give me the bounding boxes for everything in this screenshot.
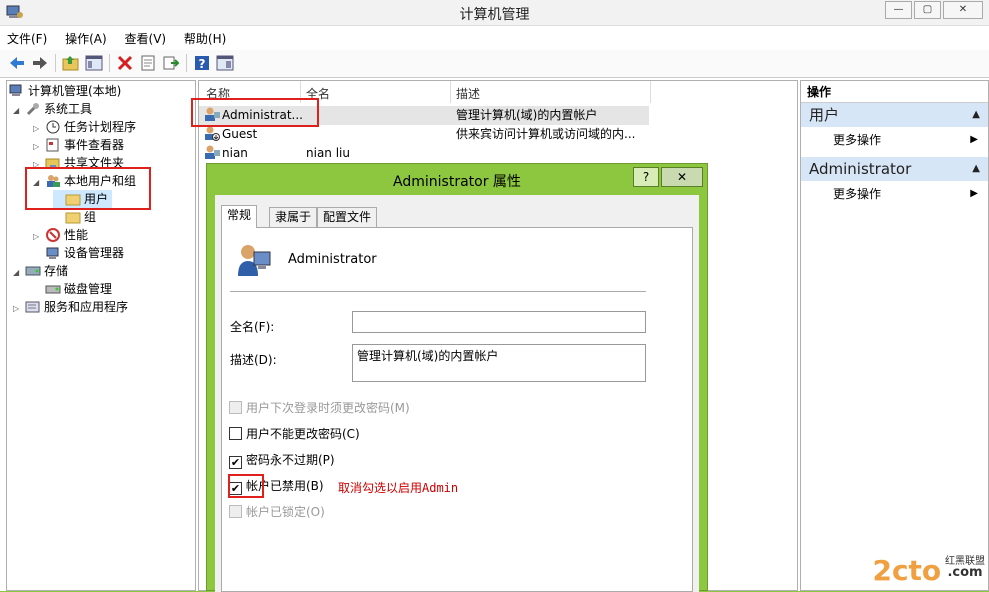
expanded-arrow-icon[interactable]: ◢ xyxy=(13,264,25,282)
submenu-arrow-icon: ▶ xyxy=(970,134,978,145)
menu-action[interactable]: 操作(A) xyxy=(58,27,114,50)
more-actions-administrator[interactable]: 更多操作 ▶ xyxy=(801,181,988,207)
menu-help[interactable]: 帮助(H) xyxy=(177,27,233,50)
tree-services-apps[interactable]: ▷ 服务和应用程序 xyxy=(13,298,128,316)
disabled-user-icon xyxy=(204,125,220,144)
highlight-disabled-checkbox xyxy=(228,474,264,498)
highlight-local-users xyxy=(25,167,151,210)
actions-pane: 操作 用户 ▲ 更多操作 ▶ Administrator ▲ 更多操作 ▶ xyxy=(800,80,989,591)
dialog-close-button[interactable]: ✕ xyxy=(661,167,703,187)
forward-icon[interactable] xyxy=(31,54,49,72)
tree-storage[interactable]: ◢ 存储 xyxy=(13,262,68,280)
close-button[interactable]: ✕ xyxy=(943,1,983,19)
general-tab-panel: Administrator 全名(F): 描述(D): 管理计算机(域)的内置帐… xyxy=(221,227,693,592)
tree-root[interactable]: 计算机管理(本地) xyxy=(9,82,121,100)
actions-section-users[interactable]: 用户 ▲ xyxy=(801,103,988,127)
tree-device-manager[interactable]: 设备管理器 xyxy=(33,244,124,262)
title-bar: 计算机管理 — ▢ ✕ xyxy=(0,0,989,26)
watermark: 2cto 红黑联盟 .com xyxy=(872,554,985,587)
annotation-uncheck-to-enable: 取消勾选以启用Admin xyxy=(338,481,459,495)
tree-task-scheduler[interactable]: ▷ 任务计划程序 xyxy=(33,118,136,136)
description-label: 描述(D): xyxy=(230,353,277,367)
menu-bar: 文件(F) 操作(A) 查看(V) 帮助(H) xyxy=(0,27,989,49)
actions-header: 操作 xyxy=(801,81,988,103)
dialog-username: Administrator xyxy=(288,252,377,267)
minimize-button[interactable]: — xyxy=(885,1,912,19)
tab-profile[interactable]: 配置文件 xyxy=(317,207,378,227)
tab-member-of[interactable]: 隶属于 xyxy=(269,207,318,227)
storage-icon xyxy=(25,264,41,278)
console-icon[interactable] xyxy=(216,54,234,72)
checkbox-account-locked[interactable]: 帐户已锁定(O) xyxy=(229,504,325,520)
checkbox-cannot-change-password[interactable]: 用户不能更改密码(C) xyxy=(229,426,360,442)
menu-view[interactable]: 查看(V) xyxy=(118,27,174,50)
expanded-arrow-icon[interactable]: ◢ xyxy=(13,102,25,120)
tree-system-tools[interactable]: ◢ 系统工具 xyxy=(13,100,92,118)
more-actions-users[interactable]: 更多操作 ▶ xyxy=(801,127,988,153)
delete-icon[interactable] xyxy=(116,54,134,72)
list-item-guest[interactable]: Guest 供来宾访问计算机或访问域的内... xyxy=(199,125,649,144)
list-item-nian[interactable]: nian nian liu xyxy=(199,144,649,163)
collapse-icon[interactable]: ▲ xyxy=(972,103,980,127)
window-title: 计算机管理 xyxy=(459,7,530,23)
user-icon xyxy=(204,144,220,163)
checkbox-must-change-password[interactable]: 用户下次登录时须更改密码(M) xyxy=(229,400,410,416)
performance-icon xyxy=(45,228,61,242)
menu-file[interactable]: 文件(F) xyxy=(0,27,54,50)
up-folder-icon[interactable] xyxy=(62,54,80,72)
administrator-properties-dialog: Administrator 属性 ? ✕ 常规 隶属于 配置文件 Adminis… xyxy=(206,163,708,592)
toolbar: ? xyxy=(0,50,989,78)
user-avatar-icon xyxy=(236,242,272,281)
description-field[interactable]: 管理计算机(域)的内置帐户 xyxy=(352,344,646,382)
show-hide-tree-icon[interactable] xyxy=(85,54,103,72)
fullname-label: 全名(F): xyxy=(230,320,275,334)
console-tree: 计算机管理(本地) ◢ 系统工具 ▷ 任务计划程序 ▷ 事件查看器 ▷ 共享文件夹 ◢ 本… xyxy=(6,80,196,591)
separator xyxy=(230,291,646,292)
column-description[interactable]: 描述 xyxy=(456,85,480,102)
collapsed-arrow-icon[interactable]: ▷ xyxy=(13,300,25,318)
dialog-title: Administrator 属性 xyxy=(393,174,521,190)
submenu-arrow-icon: ▶ xyxy=(970,188,978,199)
highlight-administrator xyxy=(191,98,319,127)
properties-icon[interactable] xyxy=(139,54,157,72)
dialog-body: 常规 隶属于 配置文件 Administrator 全名(F): 描述(D): … xyxy=(215,195,699,592)
clock-icon xyxy=(45,120,61,134)
folder-icon xyxy=(65,210,81,224)
help-icon[interactable]: ? xyxy=(193,54,211,72)
device-manager-icon xyxy=(45,246,61,260)
disk-icon xyxy=(45,282,61,296)
dialog-title-bar: Administrator 属性 ? ✕ xyxy=(207,164,707,194)
tab-general[interactable]: 常规 xyxy=(221,205,258,228)
tree-disk-management[interactable]: 磁盘管理 xyxy=(33,280,112,298)
actions-section-administrator[interactable]: Administrator ▲ xyxy=(801,157,988,181)
back-icon[interactable] xyxy=(8,54,26,72)
svg-text:?: ? xyxy=(199,57,206,71)
tree-groups[interactable]: 组 xyxy=(53,208,96,226)
tree-event-viewer[interactable]: ▷ 事件查看器 xyxy=(33,136,124,154)
checkbox-password-never-expires[interactable]: ✔ 密码永不过期(P) xyxy=(229,452,335,469)
fullname-field[interactable] xyxy=(352,311,646,333)
computer-management-icon xyxy=(9,84,25,98)
dialog-help-button[interactable]: ? xyxy=(633,167,659,187)
event-log-icon xyxy=(45,138,61,152)
export-icon[interactable] xyxy=(162,54,180,72)
maximize-button[interactable]: ▢ xyxy=(914,1,941,19)
services-icon xyxy=(25,300,41,314)
collapse-icon[interactable]: ▲ xyxy=(972,157,980,181)
tools-icon xyxy=(25,102,41,116)
tree-performance[interactable]: ▷ 性能 xyxy=(33,226,88,244)
